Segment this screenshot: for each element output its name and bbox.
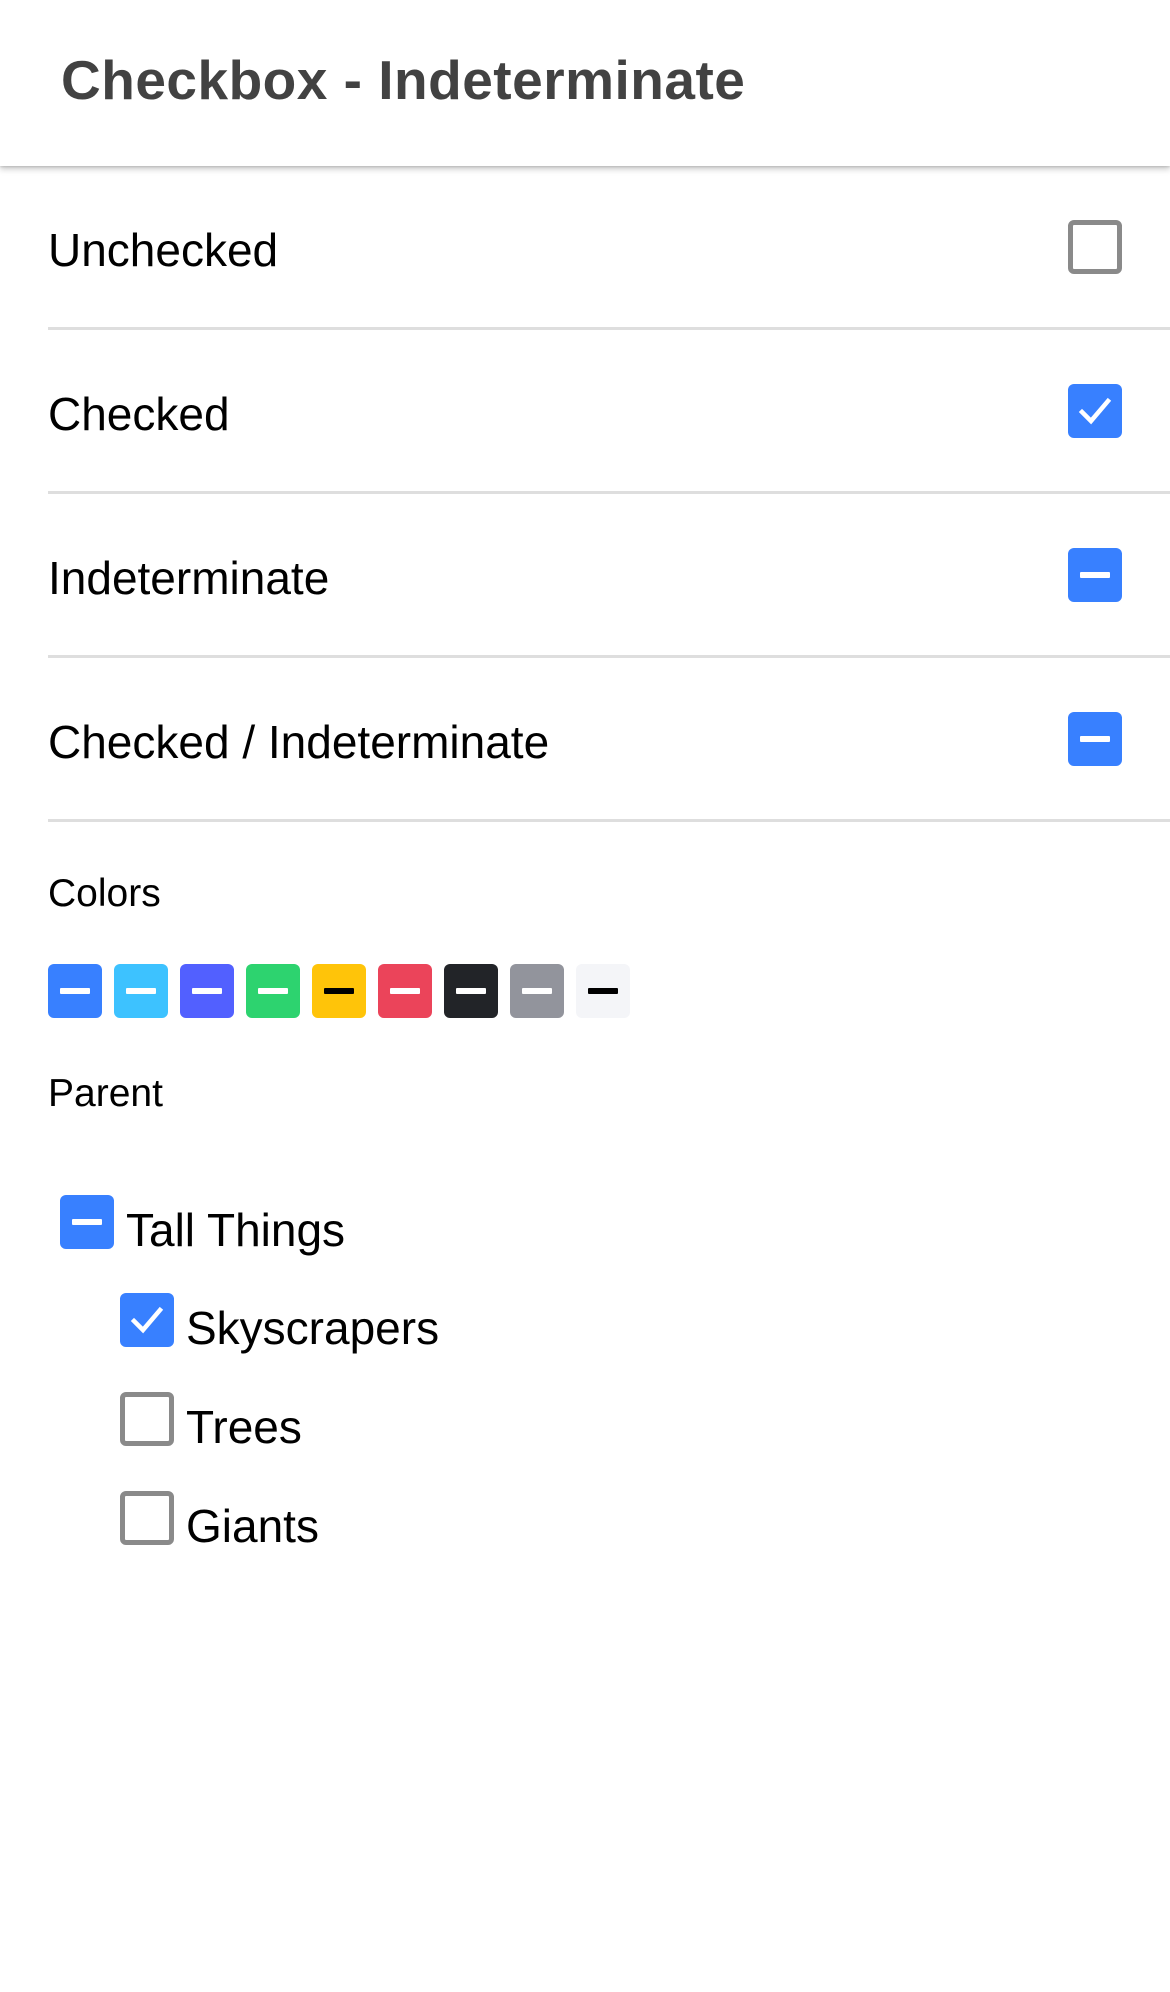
dash-icon <box>72 1219 102 1225</box>
checkbox-giants[interactable] <box>120 1491 174 1545</box>
checkbox-color-medium[interactable] <box>510 964 564 1018</box>
item-label: Unchecked <box>48 224 279 276</box>
dash-icon <box>1080 736 1110 742</box>
checkbox-unchecked[interactable] <box>1068 220 1122 274</box>
item-label: Checked <box>48 388 230 440</box>
checkbox-color-danger[interactable] <box>378 964 432 1018</box>
dash-icon <box>522 988 552 994</box>
dash-icon <box>390 988 420 994</box>
checkbox-color-warning[interactable] <box>312 964 366 1018</box>
list-item-checked[interactable]: Checked <box>48 330 1170 494</box>
color-swatches <box>48 964 630 1018</box>
dash-icon <box>588 988 618 994</box>
list-item-checked-indeterminate[interactable]: Checked / Indeterminate <box>48 658 1170 822</box>
checkbox-checked-indeterminate[interactable] <box>1068 712 1122 766</box>
tree-label-giants: Giants <box>186 1500 319 1552</box>
checkbox-skyscrapers[interactable] <box>120 1293 174 1347</box>
checkbox-color-success[interactable] <box>246 964 300 1018</box>
dash-icon <box>324 988 354 994</box>
checkmark-icon <box>1078 397 1112 425</box>
dash-icon <box>1080 572 1110 578</box>
checkbox-indeterminate[interactable] <box>1068 548 1122 602</box>
item-label: Checked / Indeterminate <box>48 716 550 768</box>
dash-icon <box>192 988 222 994</box>
checkbox-color-primary[interactable] <box>48 964 102 1018</box>
parent-section-label: Parent <box>48 1072 163 1115</box>
tree-label-skyscrapers: Skyscrapers <box>186 1302 440 1354</box>
dash-icon <box>126 988 156 994</box>
list-item-indeterminate[interactable]: Indeterminate <box>48 494 1170 658</box>
checkbox-color-dark[interactable] <box>444 964 498 1018</box>
toolbar: Checkbox - Indeterminate <box>0 0 1170 166</box>
page-title: Checkbox - Indeterminate <box>61 49 746 111</box>
dash-icon <box>60 988 90 994</box>
dash-icon <box>258 988 288 994</box>
colors-section-label: Colors <box>48 872 161 915</box>
checkbox-tall-things[interactable] <box>60 1195 114 1249</box>
checkbox-list: Unchecked Checked Indeterminate Checked … <box>48 166 1170 822</box>
dash-icon <box>456 988 486 994</box>
checkbox-color-secondary[interactable] <box>114 964 168 1018</box>
tree-label-tall-things: Tall Things <box>126 1204 346 1256</box>
item-label: Indeterminate <box>48 552 330 604</box>
checkbox-checked[interactable] <box>1068 384 1122 438</box>
checkbox-color-tertiary[interactable] <box>180 964 234 1018</box>
tree-label-trees: Trees <box>186 1401 302 1453</box>
list-item-unchecked[interactable]: Unchecked <box>48 166 1170 330</box>
checkbox-color-light[interactable] <box>576 964 630 1018</box>
checkbox-trees[interactable] <box>120 1392 174 1446</box>
checkmark-icon <box>130 1306 164 1334</box>
